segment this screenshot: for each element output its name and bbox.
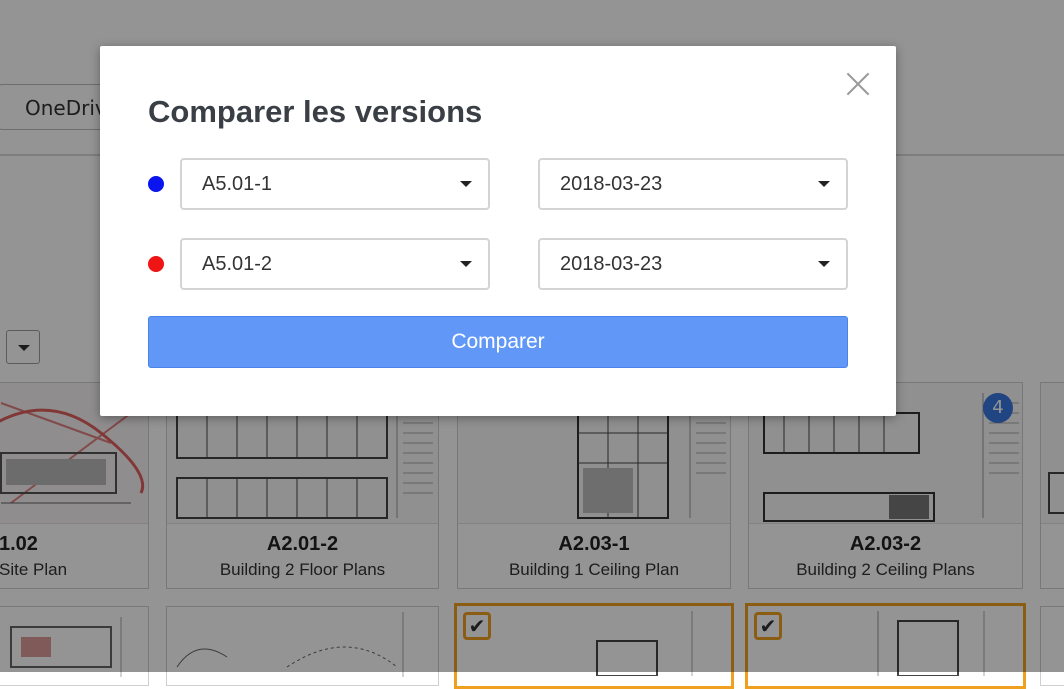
compare-versions-dialog: Comparer les versions A5.01-1 2018-03-23… xyxy=(100,46,896,416)
version-b-color-dot xyxy=(148,256,164,272)
version-a-sheet-select[interactable]: A5.01-1 xyxy=(180,158,490,210)
close-icon[interactable] xyxy=(846,72,870,96)
chevron-down-icon xyxy=(818,181,830,187)
chevron-down-icon xyxy=(460,181,472,187)
version-b-date-select[interactable]: 2018-03-23 xyxy=(538,238,848,290)
version-b-sheet-value: A5.01-2 xyxy=(202,253,273,275)
version-a-sheet-value: A5.01-1 xyxy=(202,173,273,195)
version-b-sheet-select[interactable]: A5.01-2 xyxy=(180,238,490,290)
version-a-date-value: 2018-03-23 xyxy=(560,173,663,195)
chevron-down-icon xyxy=(460,261,472,267)
version-a-color-dot xyxy=(148,176,164,192)
version-a-date-select[interactable]: 2018-03-23 xyxy=(538,158,848,210)
dialog-title: Comparer les versions xyxy=(148,94,483,129)
compare-button[interactable]: Comparer xyxy=(148,316,848,368)
version-b-date-value: 2018-03-23 xyxy=(560,253,663,275)
chevron-down-icon xyxy=(818,261,830,267)
